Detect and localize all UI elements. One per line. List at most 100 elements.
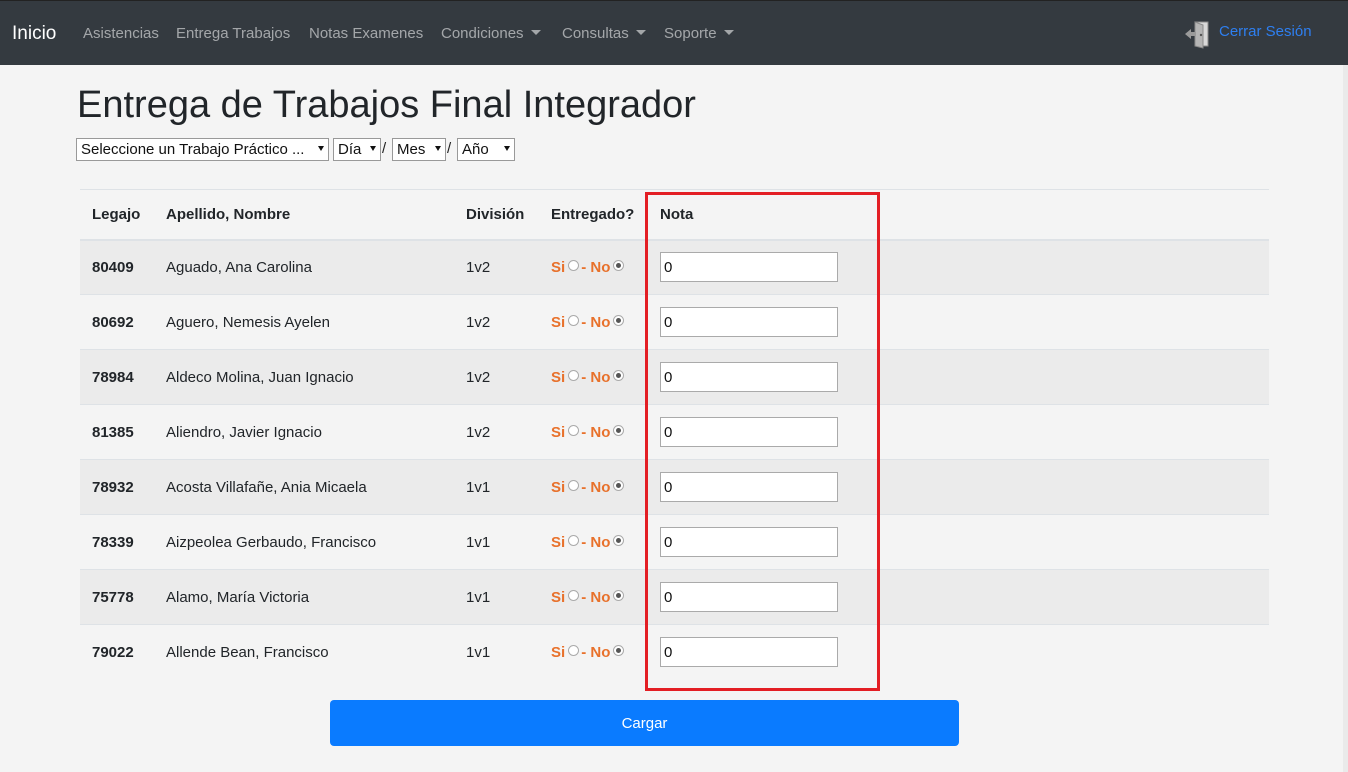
- cell-legajo: 80692: [80, 294, 154, 350]
- no-radio[interactable]: [613, 589, 625, 601]
- header-nombre: Apellido, Nombre: [154, 189, 454, 241]
- cell-division: 1v2: [454, 294, 539, 350]
- cell-nombre: Alamo, María Victoria: [154, 569, 454, 625]
- si-label: Si: [551, 643, 566, 661]
- no-radio[interactable]: [613, 259, 625, 271]
- cell-entregado: Si - No: [539, 459, 648, 515]
- cell-nombre: Aguado, Ana Carolina: [154, 239, 454, 295]
- dash-separator: -: [581, 478, 591, 496]
- cell-nota: 0: [648, 459, 1269, 515]
- cell-legajo: 79022: [80, 624, 154, 680]
- si-label: Si: [551, 533, 566, 551]
- no-radio[interactable]: [613, 424, 625, 436]
- header-division: División: [454, 189, 539, 241]
- nota-input[interactable]: 0: [660, 252, 838, 283]
- caret-down-icon: [723, 30, 734, 35]
- si-radio[interactable]: [568, 424, 580, 436]
- si-radio[interactable]: [568, 369, 580, 381]
- date-separator: /: [382, 140, 387, 157]
- nav-condiciones-dropdown[interactable]: Condiciones: [441, 25, 541, 42]
- mes-select-value: Mes: [397, 141, 426, 158]
- si-label: Si: [551, 588, 566, 606]
- cargar-button[interactable]: Cargar: [330, 700, 959, 746]
- logout-door-icon: [1185, 21, 1209, 49]
- table-row: 79022 Allende Bean, Francisco 1v1 Si - No 0: [80, 624, 1269, 680]
- cell-entregado: Si - No: [539, 239, 648, 295]
- cell-legajo: 81385: [80, 404, 154, 460]
- si-radio[interactable]: [568, 259, 580, 271]
- cell-entregado: Si - No: [539, 514, 648, 570]
- cell-entregado: Si - No: [539, 294, 648, 350]
- cell-nota: 0: [648, 514, 1269, 570]
- table-row: 75778 Alamo, María Victoria 1v1 Si - No 0: [80, 569, 1269, 625]
- table-row: 78932 Acosta Villafañe, Ania Micaela 1v1 Si…: [80, 459, 1269, 515]
- nav-condiciones-label: Condiciones: [441, 25, 524, 42]
- dia-select[interactable]: Día: [333, 138, 381, 161]
- table-row: 78339 Aizpeolea Gerbaudo, Francisco 1v1 Si -…: [80, 514, 1269, 570]
- cell-legajo: 80409: [80, 239, 154, 295]
- si-label: Si: [551, 368, 566, 386]
- no-radio[interactable]: [613, 369, 625, 381]
- no-radio[interactable]: [613, 534, 625, 546]
- logout-label: Cerrar Sesión: [1219, 23, 1312, 40]
- nav-consultas-dropdown[interactable]: Consultas: [562, 25, 646, 42]
- table-row: 81385 Aliendro, Javier Ignacio 1v2 Si - No 0: [80, 404, 1269, 460]
- cell-entregado: Si - No: [539, 349, 648, 405]
- no-label: No: [590, 313, 611, 331]
- nota-input[interactable]: 0: [660, 637, 838, 668]
- caret-down-icon: [530, 30, 541, 35]
- si-label: Si: [551, 423, 566, 441]
- nav-asistencias[interactable]: Asistencias: [83, 25, 159, 42]
- si-label: Si: [551, 478, 566, 496]
- cell-nombre: Aldeco Molina, Juan Ignacio: [154, 349, 454, 405]
- table-header-row: Legajo Apellido, Nombre División Entrega…: [80, 189, 1269, 241]
- page-title: Entrega de Trabajos Final Integrador: [77, 84, 696, 126]
- no-label: No: [590, 533, 611, 551]
- no-label: No: [590, 478, 611, 496]
- dash-separator: -: [581, 423, 591, 441]
- cell-legajo: 75778: [80, 569, 154, 625]
- brand-link[interactable]: Inicio: [12, 23, 56, 45]
- nav-soporte-dropdown[interactable]: Soporte: [664, 25, 734, 42]
- cell-nota: 0: [648, 404, 1269, 460]
- no-label: No: [590, 588, 611, 606]
- nota-input[interactable]: 0: [660, 527, 838, 557]
- dash-separator: -: [581, 368, 591, 386]
- no-radio[interactable]: [613, 314, 625, 326]
- si-radio[interactable]: [568, 589, 580, 601]
- cell-nota: 0: [648, 624, 1269, 680]
- select-arrow-icon: [435, 146, 441, 151]
- anio-select[interactable]: Año: [457, 138, 515, 161]
- nota-input[interactable]: 0: [660, 362, 838, 392]
- nota-input[interactable]: 0: [660, 417, 838, 447]
- table-row: 80692 Aguero, Nemesis Ayelen 1v2 Si - No 0: [80, 294, 1269, 350]
- cell-nota: 0: [648, 294, 1269, 350]
- cell-division: 1v2: [454, 239, 539, 295]
- nota-input[interactable]: 0: [660, 582, 838, 612]
- si-radio[interactable]: [568, 644, 580, 656]
- trabajo-select-value: Seleccione un Trabajo Práctico ...: [81, 141, 305, 158]
- si-radio[interactable]: [568, 314, 580, 326]
- nota-input[interactable]: 0: [660, 472, 838, 502]
- no-label: No: [590, 643, 611, 661]
- no-radio[interactable]: [613, 644, 625, 656]
- nota-input[interactable]: 0: [660, 307, 838, 337]
- si-radio[interactable]: [568, 479, 580, 491]
- nav-soporte-label: Soporte: [664, 25, 717, 42]
- dash-separator: -: [581, 258, 591, 276]
- cell-legajo: 78932: [80, 459, 154, 515]
- select-arrow-icon: [504, 146, 510, 151]
- dash-separator: -: [581, 643, 591, 661]
- si-radio[interactable]: [568, 534, 580, 546]
- no-radio[interactable]: [613, 479, 625, 491]
- table-row: 78984 Aldeco Molina, Juan Ignacio 1v2 Si - N…: [80, 349, 1269, 405]
- page-scrollbar[interactable]: [1343, 65, 1348, 772]
- cell-legajo: 78984: [80, 349, 154, 405]
- mes-select[interactable]: Mes: [392, 138, 446, 161]
- cell-nombre: Aguero, Nemesis Ayelen: [154, 294, 454, 350]
- cell-nota: 0: [648, 569, 1269, 625]
- nav-entrega-trabajos[interactable]: Entrega Trabajos: [176, 25, 290, 42]
- nav-notas-examenes[interactable]: Notas Examenes: [309, 25, 423, 42]
- dash-separator: -: [581, 588, 591, 606]
- trabajo-select[interactable]: Seleccione un Trabajo Práctico ...: [76, 138, 329, 161]
